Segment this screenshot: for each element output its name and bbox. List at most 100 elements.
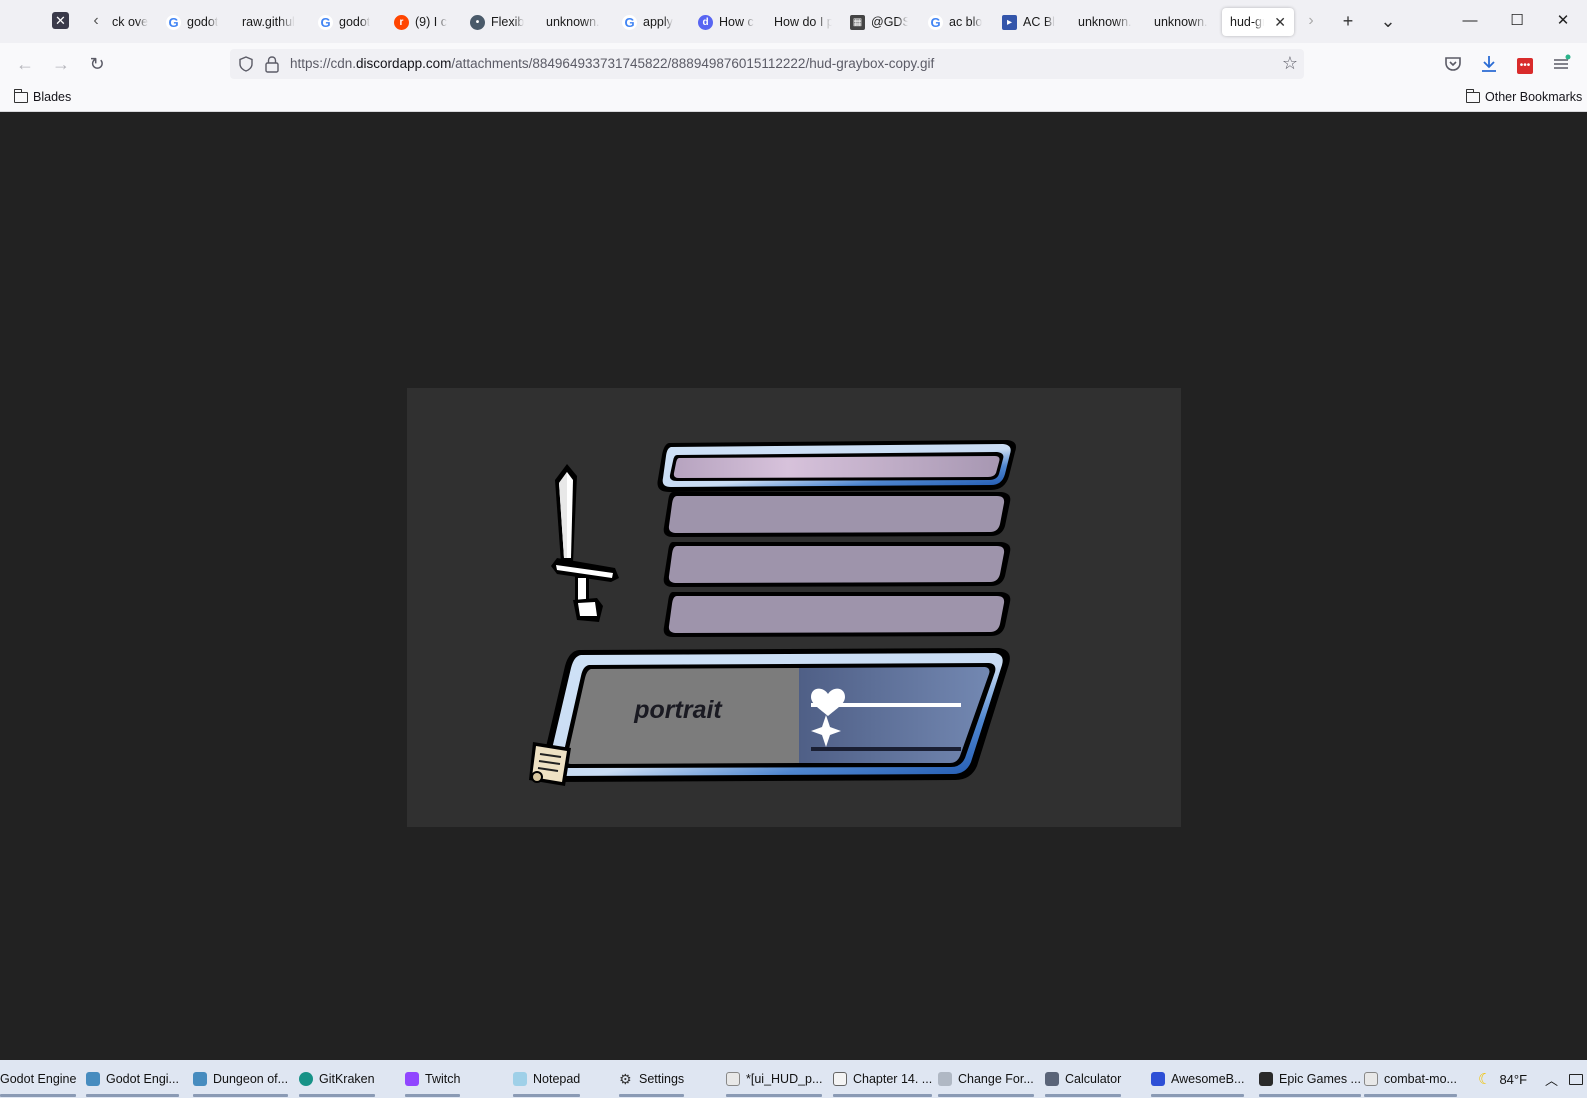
taskbar-item[interactable]: *[ui_HUD_p... [726,1060,823,1098]
taskbar-item[interactable]: ⚙ Settings [619,1060,685,1098]
bookmarks-bar: Blades Other Bookmarks [0,85,1587,112]
tab[interactable]: ▦ @GDS [850,8,908,36]
bar-2 [663,492,1011,537]
tab[interactable]: unknown. [546,8,604,36]
tab-list-button[interactable]: ⌄ [1377,10,1399,32]
tab[interactable]: G apply [622,8,678,36]
extension-icon[interactable]: ••• [1513,52,1537,76]
taskbar-item[interactable]: Twitch [405,1060,461,1098]
hud-graphic: portrait [529,440,1016,786]
app-tab-icon[interactable]: ✕ [52,12,69,29]
tab[interactable]: unknown. [1154,8,1212,36]
folder-icon [13,88,28,103]
tab[interactable]: G godot [318,8,374,36]
taskbar-label: Notepad [533,1072,581,1086]
taskbar: Godot Engine Godot Engi... Dungeon of...… [0,1060,1587,1098]
tray-expand-icon[interactable]: ︿ [1545,1060,1558,1098]
tab-title: How do I p [774,15,832,29]
document-icon [833,1072,847,1086]
tab[interactable]: unknown. [1078,8,1136,36]
taskbar-item[interactable]: Epic Games ... [1259,1060,1361,1098]
taskbar-item[interactable]: Godot Engi... [86,1060,179,1098]
taskbar-item[interactable]: Godot Engine [0,1060,77,1098]
tab[interactable]: How do I p [774,8,832,36]
google-icon: G [622,14,637,30]
sword-icon [551,464,619,622]
scroll-icon [529,742,571,786]
tab[interactable]: d How c [698,8,754,36]
close-tab-icon[interactable]: ✕ [1274,14,1286,31]
taskbar-item[interactable]: AwesomeB... [1151,1060,1245,1098]
moon-icon: ☾ [1478,1071,1492,1088]
taskbar-label: Dungeon of... [213,1072,289,1086]
navigation-bar: ← → ↻ https://cdn.discordapp.com/attachm… [0,43,1587,85]
twitch-icon [405,1072,419,1086]
scroll-tabs-left-button[interactable]: ‹ [88,10,104,32]
url-text[interactable]: https://cdn.discordapp.com/attachments/8… [290,56,934,71]
taskbar-label: Godot Engi... [106,1072,179,1086]
tab-title: godot [187,15,219,29]
top-bar-frame [657,440,1016,492]
taskbar-label: AwesomeB... [1171,1072,1245,1086]
tab[interactable]: raw.githul [242,8,300,36]
taskbar-label: Change For... [958,1072,1034,1086]
tab-title: @GDS [871,15,908,29]
new-tab-button[interactable]: + [1337,10,1359,32]
gitkraken-icon [299,1072,313,1086]
tab[interactable]: ▸ AC Bl [1002,8,1058,36]
active-indicator [193,1094,289,1097]
godot-icon [193,1072,207,1086]
page-content: portrait [0,112,1587,1060]
lock-icon[interactable] [264,55,280,73]
tab[interactable]: r (9) I c [394,8,450,36]
tab-active[interactable]: hud-gra ✕ [1222,8,1294,36]
bookmark-label: Other Bookmarks [1485,90,1583,104]
tab-title: ck ove [112,15,148,29]
maximize-button[interactable]: ☐ [1502,8,1532,34]
url-bar[interactable]: https://cdn.discordapp.com/attachments/8… [230,49,1304,79]
taskbar-item[interactable]: Notepad [513,1060,581,1098]
portrait-frame [540,648,1010,782]
bookmark-star-icon[interactable]: ☆ [1282,53,1298,74]
taskbar-item[interactable]: Calculator [1045,1060,1122,1098]
paint-icon [1364,1072,1378,1086]
weather-widget[interactable]: ☾ 84°F [1478,1060,1527,1098]
tab[interactable]: G godot [166,8,224,36]
tab[interactable]: • Flexib [470,8,528,36]
back-button[interactable]: ← [13,52,37,76]
top-bar-fill [673,456,1000,478]
weather-temp: 84°F [1499,1071,1528,1087]
forward-button[interactable]: → [49,52,73,76]
taskbar-item[interactable]: GitKraken [299,1060,375,1098]
shield-icon[interactable] [238,56,254,72]
pocket-icon[interactable] [1441,52,1465,76]
url-prefix: https://cdn. [290,56,357,71]
tab[interactable]: G ac blo [928,8,982,36]
taskbar-item[interactable]: Chapter 14. ... [833,1060,933,1098]
bookmark-folder-other[interactable]: Other Bookmarks [1465,88,1583,104]
menu-icon[interactable] [1549,52,1573,76]
taskbar-item[interactable]: combat-mo... [1364,1060,1457,1098]
minimize-button[interactable]: — [1455,8,1485,34]
tab-title: (9) I c [415,15,447,29]
scroll-tabs-right-button[interactable]: › [1303,10,1319,32]
taskbar-item[interactable]: Change For... [938,1060,1034,1098]
active-indicator [513,1094,581,1097]
tab[interactable]: ck ove [112,8,148,36]
gear-icon: ⚙ [619,1071,632,1087]
bookmark-label: Blades [33,90,72,104]
taskbar-item[interactable]: Dungeon of... [193,1060,289,1098]
active-indicator [1364,1094,1457,1097]
reload-button[interactable]: ↻ [85,52,109,76]
download-icon[interactable] [1477,52,1501,76]
folder-icon [1465,88,1480,103]
notepad-icon [513,1072,527,1086]
network-icon[interactable] [1569,1060,1583,1098]
tab-strip: ✕ ‹ ck ove G godot raw.githul G godot r … [0,0,1587,43]
taskbar-label: Twitch [425,1072,461,1086]
epic-icon [1259,1072,1273,1086]
bookmark-folder-blades[interactable]: Blades [13,88,72,104]
hud-graybox-image: portrait [407,388,1181,827]
taskbar-label: Chapter 14. ... [853,1072,933,1086]
close-window-button[interactable]: ✕ [1548,8,1578,34]
